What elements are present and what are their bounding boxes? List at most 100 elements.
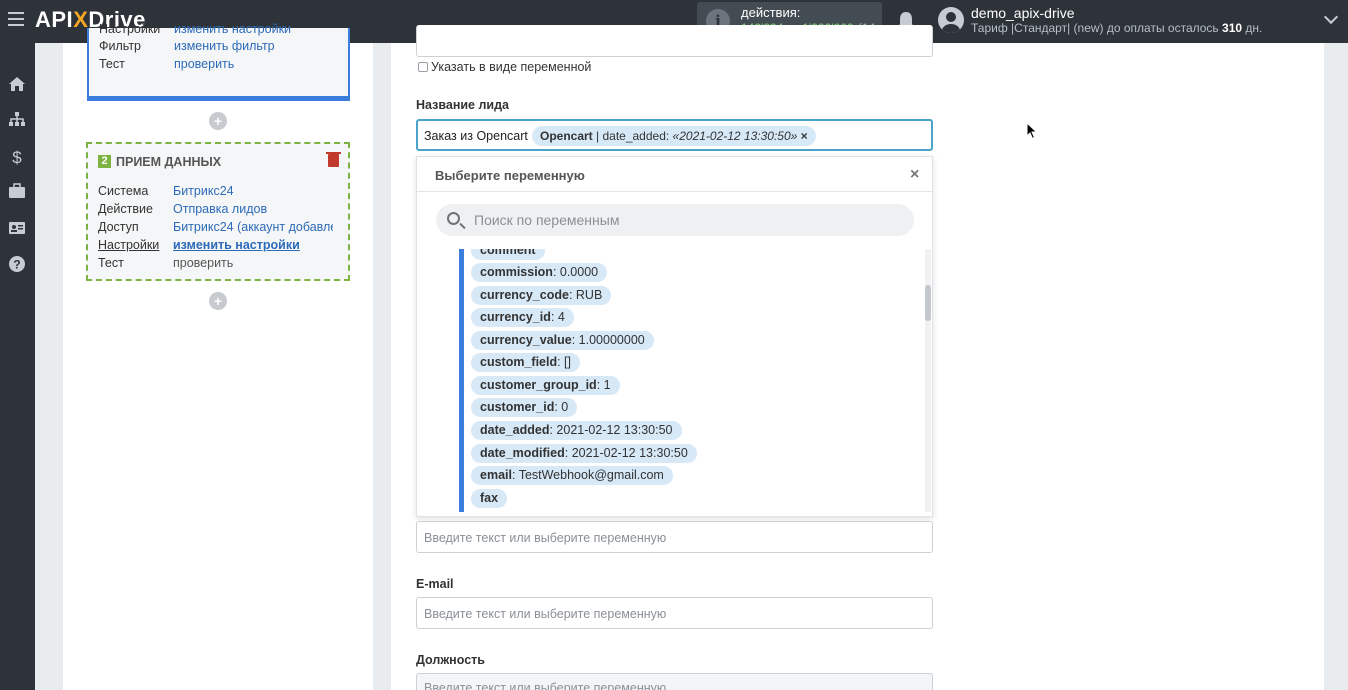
- search-icon: [447, 212, 460, 225]
- variable-item[interactable]: commission: 0.0000: [471, 263, 608, 282]
- variable-value: : 1: [596, 378, 611, 392]
- variable-item[interactable]: currency_code: RUB: [471, 286, 612, 305]
- action-link[interactable]: Отправка лидов: [173, 202, 333, 216]
- user-avatar[interactable]: [938, 7, 964, 33]
- search-placeholder: Поиск по переменным: [474, 212, 620, 228]
- variable-item[interactable]: customer_group_id: 1: [471, 376, 620, 395]
- pipeline-block-1: Настройки изменить настройки Фильтр изме…: [87, 22, 350, 101]
- lead-name-text: Заказ из Opencart: [424, 129, 528, 143]
- row-key: Тест: [99, 57, 125, 71]
- variable-value: : TestWebhook@gmail.com: [511, 468, 664, 482]
- trash-icon[interactable]: [326, 152, 341, 167]
- variable-item[interactable]: date_modified: 2021-02-12 13:30:50: [471, 444, 697, 463]
- check-link[interactable]: проверить: [174, 57, 234, 71]
- add-step-button[interactable]: +: [209, 292, 227, 310]
- variable-name: currency_code: [480, 288, 569, 302]
- variable-item[interactable]: comment: [471, 249, 545, 260]
- tariff-unit: дн.: [1245, 21, 1263, 35]
- block1-row-test: Тест проверить: [99, 57, 234, 71]
- position-label: Должность: [416, 653, 485, 667]
- row-key: Система: [98, 184, 149, 198]
- variable-chip[interactable]: Opencart | date_added: «2021-02-12 13:30…: [532, 126, 816, 146]
- input-placeholder: Введите текст или выберите переменную: [424, 681, 667, 690]
- help-icon[interactable]: ?: [6, 255, 28, 277]
- variable-item[interactable]: customer_id: 0: [471, 398, 578, 417]
- block2-row-test: Тест проверить: [98, 256, 233, 270]
- variable-value: : []: [557, 355, 572, 369]
- home-icon[interactable]: [6, 76, 28, 98]
- block2-row-access: Доступ Битрикс24 (аккаунт добавлен: [98, 220, 333, 234]
- variable-value: : 4: [550, 310, 565, 324]
- tariff-days: 310: [1222, 21, 1243, 35]
- id-card-icon[interactable]: [6, 219, 28, 241]
- block2-row-settings: Настройки изменить настройки: [98, 238, 300, 252]
- variable-name: commission: [480, 265, 553, 279]
- position-input[interactable]: Введите текст или выберите переменную: [416, 673, 933, 690]
- chip-source: Opencart: [540, 129, 593, 143]
- email-input[interactable]: Введите текст или выберите переменную: [416, 597, 933, 629]
- variable-item[interactable]: fax: [471, 489, 508, 508]
- variable-value: : RUB: [568, 288, 603, 302]
- lead-name-input[interactable]: Заказ из Opencart Opencart | date_added:…: [416, 119, 933, 151]
- dropdown-scroll-thumb[interactable]: [925, 285, 931, 321]
- access-link[interactable]: Битрикс24 (аккаунт добавлен: [173, 220, 333, 234]
- row-key: Настройки: [99, 22, 161, 36]
- user-name[interactable]: demo_apix-drive: [971, 5, 1075, 21]
- variable-name: currency_id: [480, 310, 551, 324]
- variable-item[interactable]: currency_id: 4: [471, 308, 574, 327]
- add-step-button[interactable]: +: [209, 112, 227, 130]
- variable-value: : 0: [554, 400, 569, 414]
- variable-item[interactable]: custom_field: []: [471, 353, 581, 372]
- chevron-down-icon[interactable]: [1323, 9, 1339, 25]
- variable-item[interactable]: date_added: 2021-02-12 13:30:50: [471, 421, 682, 440]
- variable-name: customer_group_id: [480, 378, 597, 392]
- row-key: Доступ: [98, 220, 139, 234]
- previous-field-input[interactable]: [416, 25, 933, 57]
- pipeline-panel: [63, 43, 373, 690]
- briefcase-icon[interactable]: [6, 183, 28, 205]
- tariff-text: Тариф |Стандарт| (new) до оплаты осталос…: [971, 21, 1219, 35]
- variable-name: currency_value: [480, 333, 572, 347]
- sitemap-icon[interactable]: [6, 111, 28, 133]
- actions-label: действия:: [741, 5, 801, 20]
- as-variable-label[interactable]: Указать в виде переменной: [431, 60, 591, 74]
- variable-name: date_modified: [480, 446, 565, 460]
- pipeline-block-2: 2 ПРИЕМ ДАННЫХ Система Битрикс24 Действи…: [86, 142, 350, 281]
- as-variable-checkbox[interactable]: [418, 62, 428, 72]
- variable-search-input[interactable]: Поиск по переменным: [436, 204, 914, 236]
- change-settings-link[interactable]: изменить настройки: [174, 22, 291, 36]
- variable-name: date_added: [480, 423, 550, 437]
- lead-name-label: Название лида: [416, 98, 509, 112]
- input-placeholder: Введите текст или выберите переменную: [424, 607, 667, 621]
- variable-name: fax: [480, 491, 499, 505]
- input-placeholder: Введите текст или выберите переменную: [424, 531, 667, 545]
- variable-value: : 0.0000: [552, 265, 599, 279]
- dollar-icon[interactable]: $: [6, 147, 28, 169]
- variable-value: : 2021-02-12 13:30:50: [564, 446, 688, 460]
- row-key: Настройки: [98, 238, 160, 252]
- chip-remove-icon[interactable]: ×: [801, 129, 808, 143]
- variable-item[interactable]: currency_value: 1.00000000: [471, 331, 654, 350]
- change-filter-link[interactable]: изменить фильтр: [174, 39, 275, 53]
- variable-item[interactable]: email: TestWebhook@gmail.com: [471, 466, 673, 485]
- block1-row-settings: Настройки изменить настройки: [99, 22, 291, 36]
- chip-field: | date_added:: [592, 129, 673, 143]
- tariff-info: Тариф |Стандарт| (new) до оплаты осталос…: [971, 21, 1262, 35]
- check-link[interactable]: проверить: [173, 256, 333, 270]
- step-number-badge: 2: [98, 155, 111, 168]
- list-accent-bar: [459, 249, 464, 512]
- text-input[interactable]: Введите текст или выберите переменную: [416, 521, 933, 553]
- variable-value: : 2021-02-12 13:30:50: [549, 423, 673, 437]
- variable-name: customer_id: [480, 400, 555, 414]
- variable-value: : 1.00000000: [571, 333, 645, 347]
- menu-icon[interactable]: [8, 12, 24, 26]
- variable-name: custom_field: [480, 355, 558, 369]
- logo-text-api: API: [35, 7, 74, 32]
- close-icon[interactable]: ×: [910, 166, 919, 184]
- variable-dropdown: Выберите переменную × Поиск по переменны…: [416, 156, 933, 517]
- change-settings-link[interactable]: изменить настройки: [173, 238, 333, 252]
- email-label: E-mail: [416, 577, 454, 591]
- system-link[interactable]: Битрикс24: [173, 184, 333, 198]
- block1-row-filter: Фильтр изменить фильтр: [99, 39, 275, 53]
- row-key: Тест: [98, 256, 124, 270]
